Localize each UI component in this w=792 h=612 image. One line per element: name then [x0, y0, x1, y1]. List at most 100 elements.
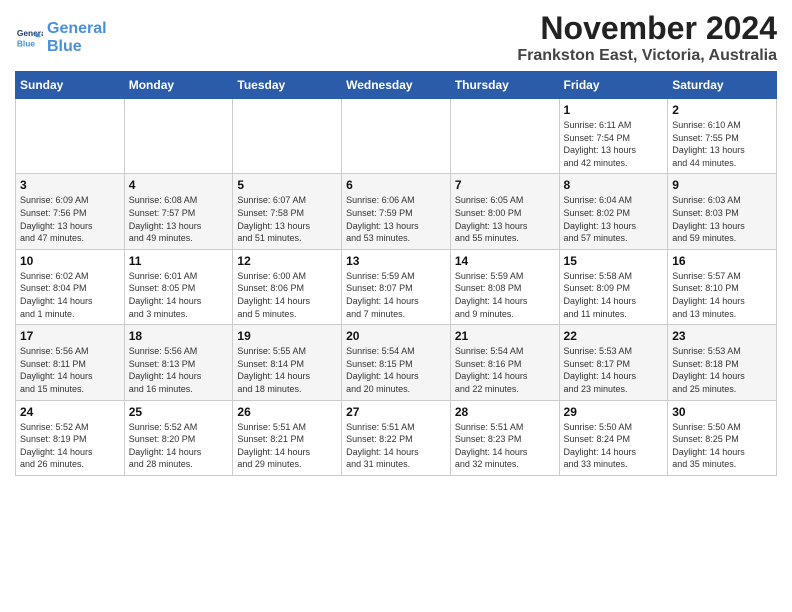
day-number: 14 — [455, 254, 555, 268]
logo-line2: Blue — [47, 38, 82, 55]
calendar-cell: 24Sunrise: 5:52 AM Sunset: 8:19 PM Dayli… — [16, 400, 125, 475]
day-number: 30 — [672, 405, 772, 419]
calendar-cell — [450, 99, 559, 174]
calendar-cell: 17 Sunrise: 5:56 AM Sunset: 8:11 PM Dayli… — [16, 325, 125, 400]
day-info: Sunrise: 5:51 AM Sunset: 8:21 PM Dayligh… — [237, 421, 337, 471]
calendar-body: 1 Sunrise: 6:11 AM Sunset: 7:54 PM Daylig… — [16, 99, 777, 476]
day-number: 12 — [237, 254, 337, 268]
day-number: 25 — [129, 405, 229, 419]
calendar-cell: 3 Sunrise: 6:09 AM Sunset: 7:56 PM Daylig… — [16, 174, 125, 249]
calendar-cell: 29 Sunrise: 5:50 AM Sunset: 8:24 PM Dayli… — [559, 400, 668, 475]
weekday-header-saturday: Saturday — [668, 72, 777, 99]
day-info: Sunrise: 5:54 AM Sunset: 8:16 PM Dayligh… — [455, 345, 555, 395]
day-info: Sunrise: 5:54 AM Sunset: 8:15 PM Dayligh… — [346, 345, 446, 395]
main-title: November 2024 — [517, 10, 777, 47]
day-number: 3 — [20, 178, 120, 192]
day-number: 11 — [129, 254, 229, 268]
day-info: Sunrise: 6:04 AM Sunset: 8:02 PM Dayligh… — [564, 194, 664, 244]
day-number: 17 — [20, 329, 120, 343]
weekday-header-friday: Friday — [559, 72, 668, 99]
calendar-cell: 18 Sunrise: 5:56 AM Sunset: 8:13 PM Dayli… — [124, 325, 233, 400]
calendar-cell: 5 Sunrise: 6:07 AM Sunset: 7:58 PM Daylig… — [233, 174, 342, 249]
day-number: 7 — [455, 178, 555, 192]
day-info: Sunrise: 5:51 AM Sunset: 8:22 PM Dayligh… — [346, 421, 446, 471]
calendar-cell: 1 Sunrise: 6:11 AM Sunset: 7:54 PM Daylig… — [559, 99, 668, 174]
day-number: 16 — [672, 254, 772, 268]
day-info: Sunrise: 5:56 AM Sunset: 8:11 PM Dayligh… — [20, 345, 120, 395]
day-number: 23 — [672, 329, 772, 343]
day-info: Sunrise: 6:07 AM Sunset: 7:58 PM Dayligh… — [237, 194, 337, 244]
weekday-header-thursday: Thursday — [450, 72, 559, 99]
day-info: Sunrise: 5:55 AM Sunset: 8:14 PM Dayligh… — [237, 345, 337, 395]
calendar-cell: 10 Sunrise: 6:02 AM Sunset: 8:04 PM Dayli… — [16, 249, 125, 324]
day-number: 6 — [346, 178, 446, 192]
day-info: Sunrise: 5:53 AM Sunset: 8:17 PM Dayligh… — [564, 345, 664, 395]
calendar-cell: 22 Sunrise: 5:53 AM Sunset: 8:17 PM Dayli… — [559, 325, 668, 400]
calendar-cell — [342, 99, 451, 174]
weekday-header-wednesday: Wednesday — [342, 72, 451, 99]
day-info: Sunrise: 6:11 AM Sunset: 7:54 PM Dayligh… — [564, 119, 664, 169]
day-info: Sunrise: 5:52 AM Sunset: 8:19 PM Dayligh… — [20, 421, 120, 471]
calendar-week-5: 24Sunrise: 5:52 AM Sunset: 8:19 PM Dayli… — [16, 400, 777, 475]
day-number: 10 — [20, 254, 120, 268]
calendar-cell: 9 Sunrise: 6:03 AM Sunset: 8:03 PM Daylig… — [668, 174, 777, 249]
calendar-cell: 11 Sunrise: 6:01 AM Sunset: 8:05 PM Dayli… — [124, 249, 233, 324]
day-info: Sunrise: 5:59 AM Sunset: 8:08 PM Dayligh… — [455, 270, 555, 320]
calendar-week-2: 3 Sunrise: 6:09 AM Sunset: 7:56 PM Daylig… — [16, 174, 777, 249]
day-info: Sunrise: 6:10 AM Sunset: 7:55 PM Dayligh… — [672, 119, 772, 169]
calendar-cell: 13Sunrise: 5:59 AM Sunset: 8:07 PM Dayli… — [342, 249, 451, 324]
day-number: 22 — [564, 329, 664, 343]
logo-line1: General — [47, 20, 107, 37]
day-number: 9 — [672, 178, 772, 192]
calendar-cell: 27 Sunrise: 5:51 AM Sunset: 8:22 PM Dayli… — [342, 400, 451, 475]
page-header: General Blue General Blue November 2024 … — [15, 10, 777, 65]
day-number: 15 — [564, 254, 664, 268]
calendar-cell: 4Sunrise: 6:08 AM Sunset: 7:57 PM Daylig… — [124, 174, 233, 249]
calendar-cell: 23 Sunrise: 5:53 AM Sunset: 8:18 PM Dayli… — [668, 325, 777, 400]
day-info: Sunrise: 6:00 AM Sunset: 8:06 PM Dayligh… — [237, 270, 337, 320]
logo-icon: General Blue — [15, 24, 43, 52]
calendar-cell: 21 Sunrise: 5:54 AM Sunset: 8:16 PM Dayli… — [450, 325, 559, 400]
logo-text: General Blue — [47, 20, 107, 55]
calendar-cell: 14 Sunrise: 5:59 AM Sunset: 8:08 PM Dayli… — [450, 249, 559, 324]
day-number: 29 — [564, 405, 664, 419]
day-number: 18 — [129, 329, 229, 343]
day-info: Sunrise: 5:58 AM Sunset: 8:09 PM Dayligh… — [564, 270, 664, 320]
calendar-cell: 20 Sunrise: 5:54 AM Sunset: 8:15 PM Dayli… — [342, 325, 451, 400]
weekday-header-tuesday: Tuesday — [233, 72, 342, 99]
calendar-week-3: 10 Sunrise: 6:02 AM Sunset: 8:04 PM Dayli… — [16, 249, 777, 324]
calendar-week-1: 1 Sunrise: 6:11 AM Sunset: 7:54 PM Daylig… — [16, 99, 777, 174]
day-info: Sunrise: 6:03 AM Sunset: 8:03 PM Dayligh… — [672, 194, 772, 244]
day-number: 5 — [237, 178, 337, 192]
day-number: 13 — [346, 254, 446, 268]
day-info: Sunrise: 5:56 AM Sunset: 8:13 PM Dayligh… — [129, 345, 229, 395]
calendar-table: SundayMondayTuesdayWednesdayThursdayFrid… — [15, 71, 777, 476]
day-info: Sunrise: 5:50 AM Sunset: 8:25 PM Dayligh… — [672, 421, 772, 471]
weekday-header-monday: Monday — [124, 72, 233, 99]
calendar-cell: 25Sunrise: 5:52 AM Sunset: 8:20 PM Dayli… — [124, 400, 233, 475]
day-number: 26 — [237, 405, 337, 419]
day-number: 4 — [129, 178, 229, 192]
day-number: 20 — [346, 329, 446, 343]
day-info: Sunrise: 5:51 AM Sunset: 8:23 PM Dayligh… — [455, 421, 555, 471]
day-number: 8 — [564, 178, 664, 192]
calendar-cell: 19 Sunrise: 5:55 AM Sunset: 8:14 PM Dayli… — [233, 325, 342, 400]
day-number: 1 — [564, 103, 664, 117]
day-number: 27 — [346, 405, 446, 419]
day-number: 2 — [672, 103, 772, 117]
day-number: 21 — [455, 329, 555, 343]
day-info: Sunrise: 6:02 AM Sunset: 8:04 PM Dayligh… — [20, 270, 120, 320]
calendar-header: SundayMondayTuesdayWednesdayThursdayFrid… — [16, 72, 777, 99]
day-info: Sunrise: 6:09 AM Sunset: 7:56 PM Dayligh… — [20, 194, 120, 244]
logo: General Blue General Blue — [15, 20, 107, 55]
calendar-cell: 7 Sunrise: 6:05 AM Sunset: 8:00 PM Daylig… — [450, 174, 559, 249]
day-number: 19 — [237, 329, 337, 343]
day-info: Sunrise: 6:01 AM Sunset: 8:05 PM Dayligh… — [129, 270, 229, 320]
day-info: Sunrise: 6:05 AM Sunset: 8:00 PM Dayligh… — [455, 194, 555, 244]
day-info: Sunrise: 6:06 AM Sunset: 7:59 PM Dayligh… — [346, 194, 446, 244]
calendar-cell — [233, 99, 342, 174]
day-info: Sunrise: 5:53 AM Sunset: 8:18 PM Dayligh… — [672, 345, 772, 395]
calendar-cell: 16Sunrise: 5:57 AM Sunset: 8:10 PM Dayli… — [668, 249, 777, 324]
day-info: Sunrise: 5:50 AM Sunset: 8:24 PM Dayligh… — [564, 421, 664, 471]
location-subtitle: Frankston East, Victoria, Australia — [517, 47, 777, 65]
